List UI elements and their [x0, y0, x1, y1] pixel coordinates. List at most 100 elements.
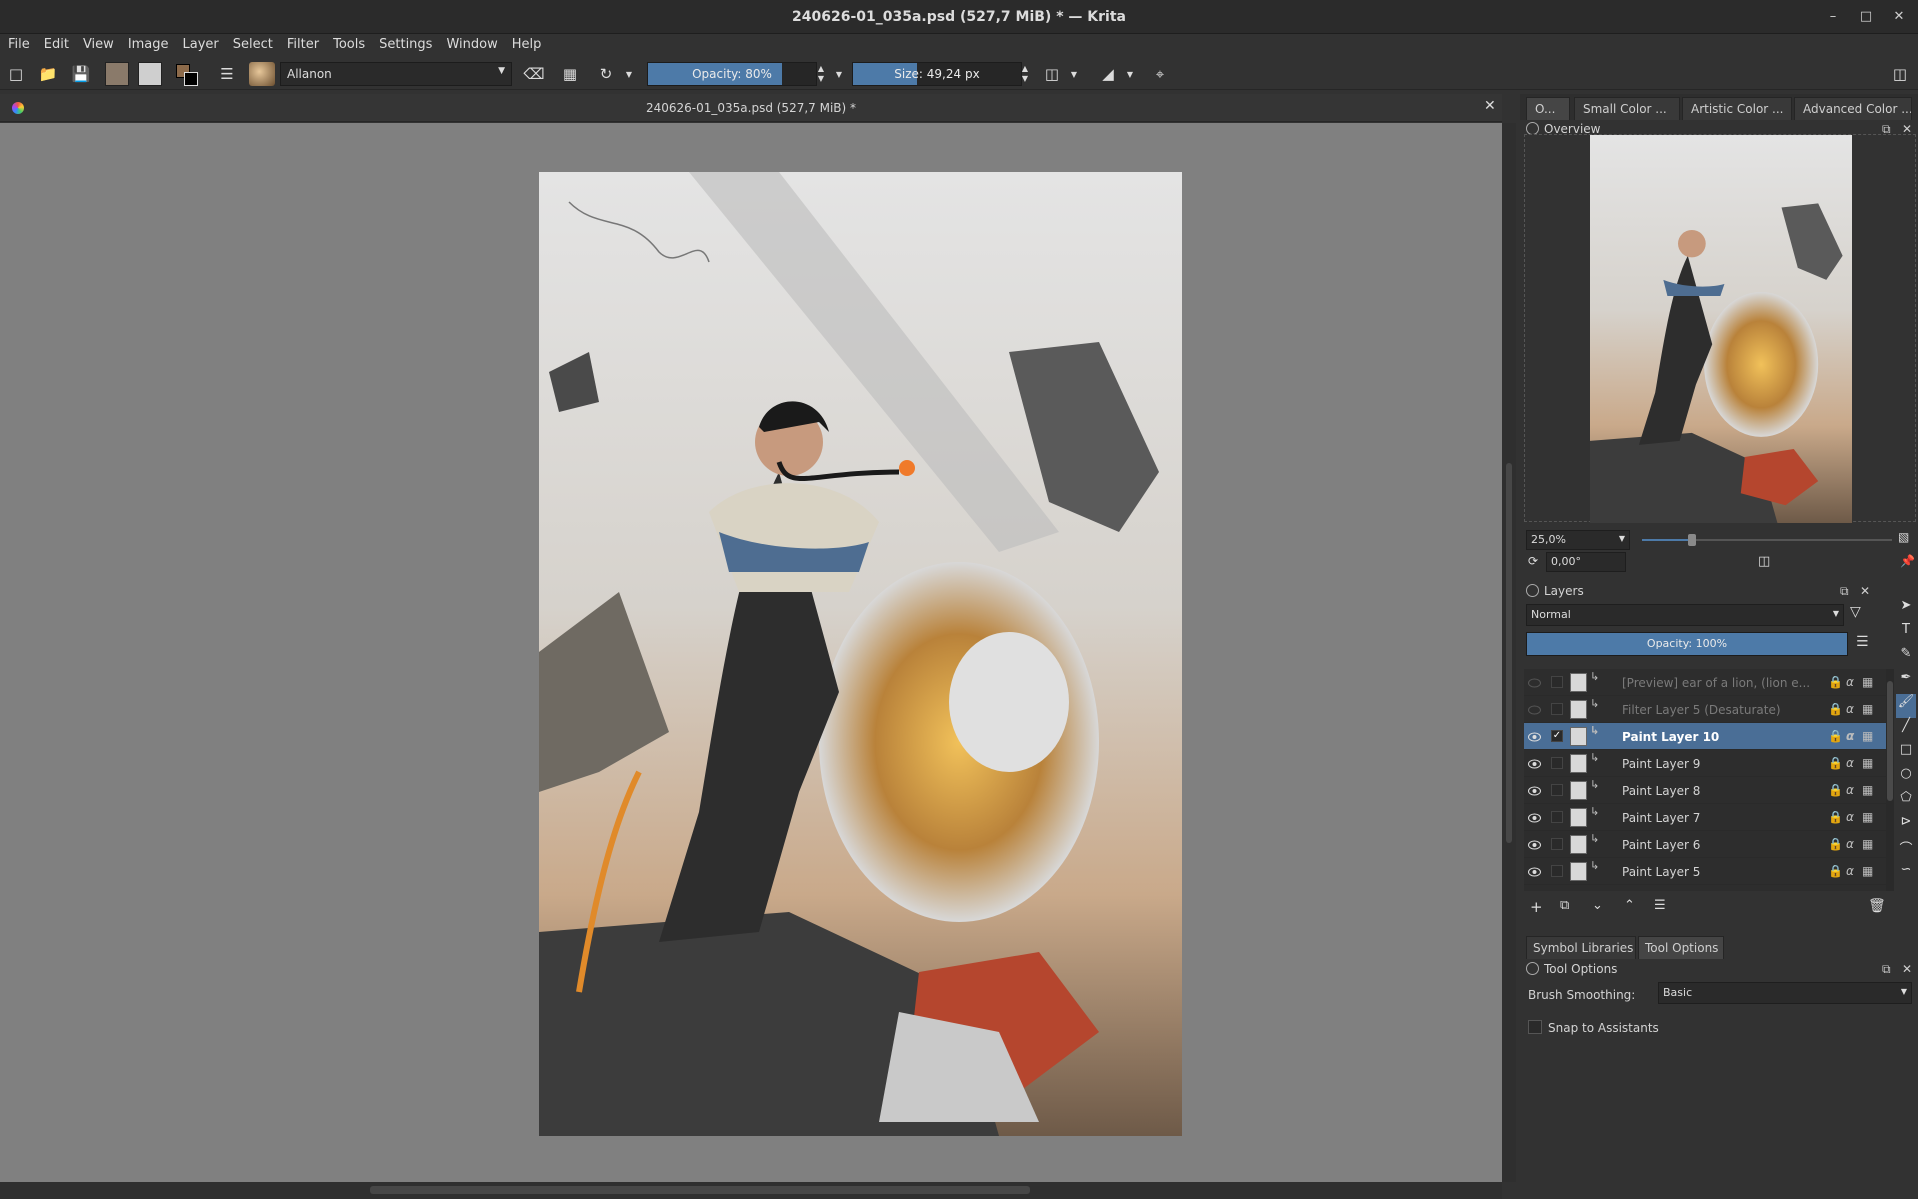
pin-icon[interactable]: 📌: [1900, 554, 1915, 568]
brush-preset-thumb[interactable]: [249, 62, 275, 86]
chevron-down-icon[interactable]: ▼: [832, 62, 846, 86]
alpha-icon[interactable]: α: [1846, 702, 1854, 716]
layer-row[interactable]: ↳ Paint Layer 5 🔒 α ▦: [1524, 858, 1886, 885]
layer-row[interactable]: ↳ Filter Layer 5 (Desaturate) 🔒 α ▦: [1524, 696, 1886, 723]
rectangle-tool-icon[interactable]: □: [1896, 742, 1916, 766]
wrap-around-icon[interactable]: ⌖: [1148, 62, 1172, 86]
transparency-icon[interactable]: ▦: [1862, 702, 1873, 716]
layer-select-checkbox[interactable]: ✓: [1551, 730, 1563, 742]
toggle-dockers-icon[interactable]: ◫: [1888, 62, 1912, 86]
line-tool-icon[interactable]: ╱: [1896, 718, 1916, 742]
layer-opacity-slider[interactable]: Opacity: 100%: [1526, 632, 1848, 656]
zoom-slider-handle[interactable]: [1688, 534, 1696, 546]
snap-to-assistants-checkbox[interactable]: [1528, 1020, 1542, 1034]
lock-layer-icon[interactable]: 🔒: [1828, 702, 1843, 716]
lock-icon[interactable]: [1526, 962, 1539, 975]
eye-icon[interactable]: [1528, 785, 1541, 796]
mirror-horizontal-icon[interactable]: ◫: [1040, 62, 1064, 86]
menu-file[interactable]: File: [2, 34, 36, 55]
tab-tool-options[interactable]: Tool Options: [1638, 936, 1724, 959]
select-shapes-icon[interactable]: ➤: [1896, 598, 1916, 622]
alpha-icon[interactable]: α: [1846, 783, 1854, 797]
close-panel-icon[interactable]: ✕: [1902, 960, 1912, 978]
freehand-path-icon[interactable]: ∽: [1896, 862, 1916, 886]
menu-view[interactable]: View: [77, 34, 120, 55]
transparency-icon[interactable]: ▦: [1862, 864, 1873, 878]
blend-mode-dropdown[interactable]: Normal ▼: [1526, 604, 1844, 626]
overview-preview[interactable]: [1524, 134, 1916, 523]
move-layer-down-icon[interactable]: ⌄: [1592, 898, 1603, 913]
layers-list[interactable]: ↳ [Preview] ear of a lion, (lion e... 🔒 α ▦ ↳…: [1524, 669, 1886, 891]
polygon-tool-icon[interactable]: ⬠: [1896, 790, 1916, 814]
brush-settings-icon[interactable]: ☰: [215, 62, 239, 86]
layer-options-icon[interactable]: ☰: [1856, 634, 1869, 650]
gradient-swatch[interactable]: [105, 62, 129, 86]
eye-icon[interactable]: [1528, 758, 1541, 769]
zoom-slider[interactable]: [1642, 534, 1892, 546]
bezier-tool-icon[interactable]: ⌒: [1896, 838, 1916, 862]
layer-row[interactable]: ↳ Paint Layer 9 🔒 α ▦: [1524, 750, 1886, 777]
alpha-icon[interactable]: α: [1846, 756, 1854, 770]
chevron-down-icon[interactable]: ▼: [622, 62, 636, 86]
layer-select-checkbox[interactable]: [1551, 784, 1563, 796]
zoom-dropdown[interactable]: 25,0% ▼: [1526, 530, 1630, 550]
layer-row[interactable]: ↳ Paint Layer 8 🔒 α ▦: [1524, 777, 1886, 804]
float-panel-icon[interactable]: ⧉: [1840, 582, 1849, 600]
minimize-button[interactable]: –: [1824, 8, 1842, 26]
layer-row[interactable]: ↳ Paint Layer 6 🔒 α ▦: [1524, 831, 1886, 858]
menu-select[interactable]: Select: [227, 34, 279, 55]
tab-overview[interactable]: O...: [1526, 97, 1570, 120]
mirror-view-icon[interactable]: ◫: [1758, 554, 1770, 569]
lock-layer-icon[interactable]: 🔒: [1828, 783, 1843, 797]
add-layer-icon[interactable]: +: [1530, 898, 1543, 916]
menu-tools[interactable]: Tools: [327, 34, 371, 55]
ellipse-tool-icon[interactable]: ○: [1896, 766, 1916, 790]
chevron-down-icon[interactable]: ▼: [1123, 62, 1137, 86]
filter-icon[interactable]: ▽: [1850, 604, 1861, 620]
menu-settings[interactable]: Settings: [373, 34, 438, 55]
pattern-swatch[interactable]: [138, 62, 162, 86]
mirror-vertical-icon[interactable]: ◢: [1096, 62, 1120, 86]
calligraphy-icon[interactable]: ✒: [1896, 670, 1916, 694]
layer-select-checkbox[interactable]: [1551, 703, 1563, 715]
eye-icon[interactable]: [1528, 812, 1541, 823]
layer-select-checkbox[interactable]: [1551, 676, 1563, 688]
polyline-tool-icon[interactable]: ⊳: [1896, 814, 1916, 838]
layers-scrollbar[interactable]: [1886, 669, 1894, 891]
alpha-icon[interactable]: α: [1846, 729, 1854, 743]
scrollbar-thumb[interactable]: [1887, 681, 1893, 801]
new-document-icon[interactable]: □: [4, 62, 28, 86]
save-icon[interactable]: 💾: [69, 62, 93, 86]
brush-smoothing-dropdown[interactable]: Basic ▼: [1658, 982, 1912, 1004]
lock-layer-icon[interactable]: 🔒: [1828, 729, 1843, 743]
eye-icon[interactable]: [1528, 866, 1541, 877]
close-window-button[interactable]: ✕: [1890, 8, 1908, 26]
eye-icon[interactable]: [1528, 839, 1541, 850]
eye-icon[interactable]: [1528, 731, 1541, 742]
edit-shapes-icon[interactable]: ✎: [1896, 646, 1916, 670]
alpha-icon[interactable]: α: [1846, 837, 1854, 851]
close-panel-icon[interactable]: ✕: [1860, 582, 1870, 600]
lock-layer-icon[interactable]: 🔒: [1828, 675, 1843, 689]
chevron-down-icon[interactable]: ▼: [1067, 62, 1081, 86]
tab-small-color[interactable]: Small Color ...: [1574, 97, 1680, 120]
tab-symbol-libraries[interactable]: Symbol Libraries: [1526, 936, 1636, 959]
layer-row[interactable]: ↳ Paint Layer 7 🔒 α ▦: [1524, 804, 1886, 831]
text-tool-icon[interactable]: T: [1896, 622, 1916, 646]
layer-select-checkbox[interactable]: [1551, 838, 1563, 850]
alpha-lock-icon[interactable]: ▦: [558, 62, 582, 86]
transparency-icon[interactable]: ▦: [1862, 837, 1873, 851]
menu-edit[interactable]: Edit: [38, 34, 75, 55]
menu-window[interactable]: Window: [440, 34, 503, 55]
alpha-icon[interactable]: α: [1846, 864, 1854, 878]
tab-artistic-color[interactable]: Artistic Color ...: [1682, 97, 1792, 120]
size-slider[interactable]: Size: 49,24 px: [852, 62, 1022, 86]
transparency-icon[interactable]: ▦: [1862, 783, 1873, 797]
scrollbar-thumb[interactable]: [370, 1186, 1030, 1194]
layer-select-checkbox[interactable]: [1551, 757, 1563, 769]
scrollbar-thumb[interactable]: [1506, 463, 1512, 843]
brush-preset-dropdown[interactable]: Allanon ▼: [280, 62, 512, 86]
menu-image[interactable]: Image: [122, 34, 175, 55]
layer-row[interactable]: ↳ [Preview] ear of a lion, (lion e... 🔒 α ▦: [1524, 669, 1886, 696]
reload-preset-icon[interactable]: ↻: [594, 62, 618, 86]
